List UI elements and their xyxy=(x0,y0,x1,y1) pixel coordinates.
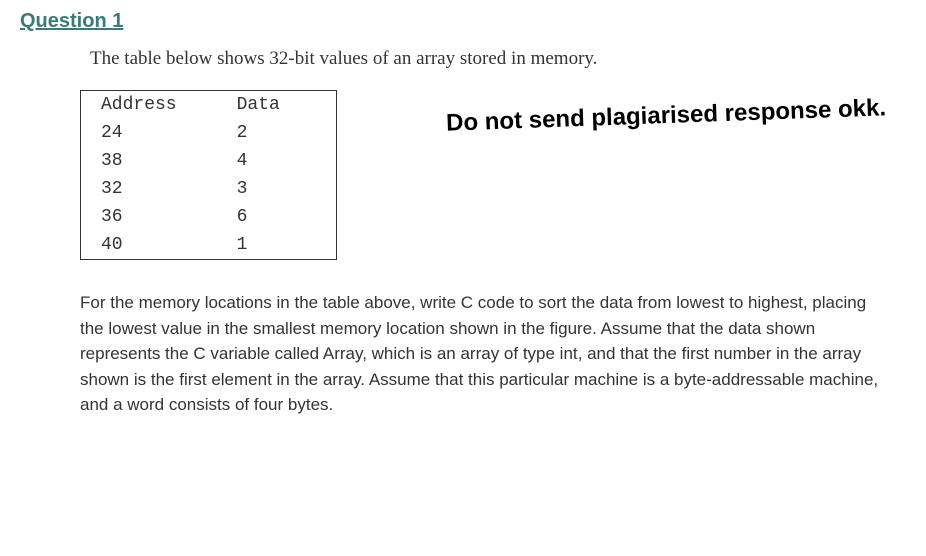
data-cell: 1 xyxy=(217,231,337,260)
question-header: Question 1 xyxy=(20,10,906,33)
table-row: 36 6 xyxy=(81,203,337,231)
table-header-row: Address Data xyxy=(81,91,337,120)
data-header: Data xyxy=(217,91,337,120)
data-cell: 6 xyxy=(217,203,337,231)
data-cell: 4 xyxy=(217,147,337,175)
address-cell: 40 xyxy=(81,231,217,260)
memory-table: Address Data 24 2 38 4 32 3 36 6 40 1 xyxy=(80,90,337,260)
table-row: 32 3 xyxy=(81,175,337,203)
data-cell: 3 xyxy=(217,175,337,203)
address-cell: 24 xyxy=(81,119,217,147)
data-cell: 2 xyxy=(217,119,337,147)
address-cell: 38 xyxy=(81,147,217,175)
address-cell: 32 xyxy=(81,175,217,203)
intro-text: The table below shows 32-bit values of a… xyxy=(90,48,906,70)
table-row: 38 4 xyxy=(81,147,337,175)
table-row: 24 2 xyxy=(81,119,337,147)
table-row: 40 1 xyxy=(81,231,337,260)
address-cell: 36 xyxy=(81,203,217,231)
question-paragraph: For the memory locations in the table ab… xyxy=(80,290,886,418)
address-header: Address xyxy=(81,91,217,120)
